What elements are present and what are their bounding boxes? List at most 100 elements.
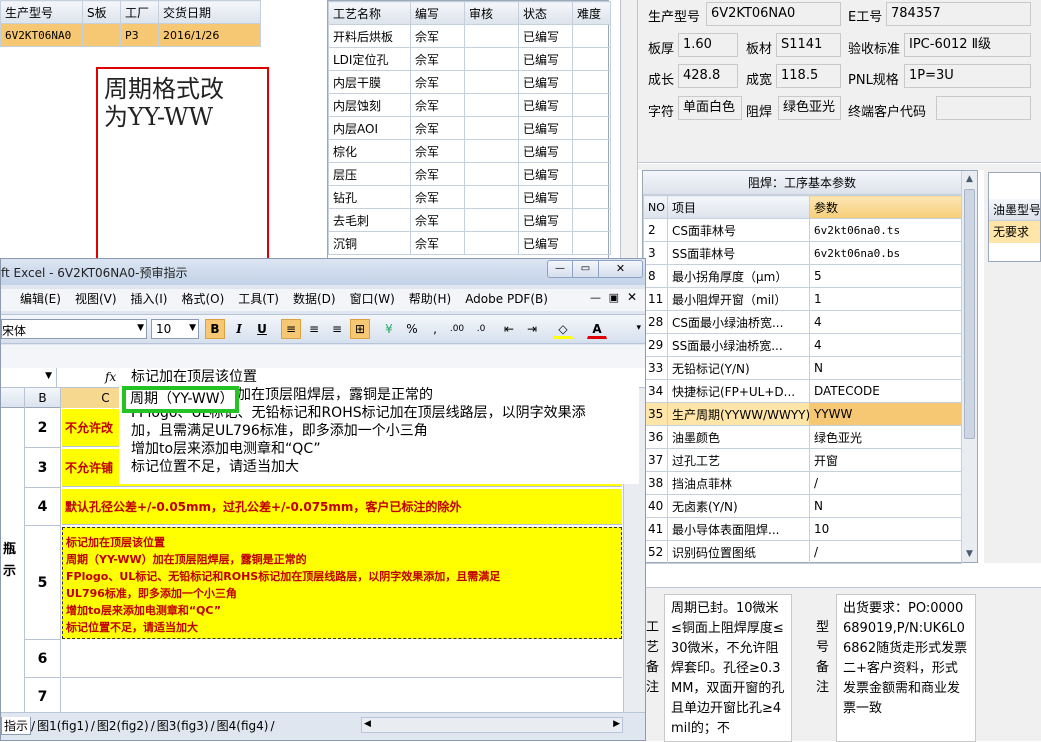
table-row[interactable]: 钻孔 佘军 已编写 [328, 185, 611, 209]
table-row[interactable]: 8 最小拐角厚度（μm） 5 [643, 264, 962, 288]
chevron-down-icon[interactable]: ▼ [45, 371, 52, 381]
increase-indent-icon[interactable]: ⇥ [522, 319, 542, 339]
table-row[interactable]: 41 最小导体表面阻焊... 10 [643, 517, 962, 541]
col-factory[interactable]: 工厂 [120, 0, 159, 24]
table-row[interactable]: 内层AOI 佘军 已编写 [328, 116, 611, 140]
ink-model-header[interactable]: 油墨型号 [989, 199, 1040, 221]
percent-icon[interactable]: % [402, 319, 422, 339]
cell-model[interactable]: 6V2KT06NA0 [0, 23, 83, 47]
bold-icon[interactable]: B [205, 319, 225, 339]
font-select[interactable]: 宋体 ▼ [1, 319, 147, 339]
table-row[interactable]: 棕化 佘军 已编写 [328, 139, 611, 163]
row-header-2[interactable]: 2 [25, 408, 61, 448]
eno-field[interactable]: 784357 [886, 2, 1031, 26]
cell-delivery-date[interactable]: 2016/1/26 [158, 23, 261, 47]
col-status[interactable]: 状态 [518, 1, 573, 25]
cell-s-board[interactable] [82, 23, 121, 47]
col-no[interactable]: NO [643, 195, 668, 219]
table-row[interactable]: 内层干膜 佘军 已编写 [328, 70, 611, 94]
menu-help[interactable]: 帮助(H) [402, 289, 458, 309]
length-field[interactable]: 428.8 [678, 64, 738, 88]
maximize-icon[interactable]: ▭ [573, 260, 599, 278]
col-difficulty[interactable]: 难度 [572, 1, 611, 25]
tab-fig3[interactable]: 图3(fig3) [155, 717, 211, 734]
scroll-right-icon[interactable]: ▶ [613, 719, 620, 729]
table-row[interactable]: 内层蚀刻 佘军 已编写 [328, 93, 611, 117]
col-delivery-date[interactable]: 交货日期 [158, 0, 261, 24]
table-row[interactable]: 37 过孔工艺 开窗 [643, 448, 962, 472]
tab-fig1[interactable]: 图1(fig1) [35, 717, 91, 734]
table-row[interactable]: 11 最小阻焊开窗（mil） 1 [643, 287, 962, 311]
col-author[interactable]: 编写 [410, 1, 465, 25]
table-row-selected[interactable]: 35 生产周期(YYWW/WWYY) YYWW [643, 402, 962, 426]
customer-code-field[interactable] [936, 96, 1031, 120]
currency-icon[interactable]: ¥ [379, 319, 399, 339]
fx-icon[interactable]: fx [105, 370, 116, 384]
scroll-down-icon[interactable]: ▼ [962, 546, 977, 562]
align-right-icon[interactable]: ≡ [327, 319, 347, 339]
size-select[interactable]: 10 ▼ [151, 319, 199, 339]
table-row[interactable]: 36 油墨颜色 绿色亚光 [643, 425, 962, 449]
tab-fig4[interactable]: 图4(fig4) [215, 717, 271, 734]
order-row[interactable]: 6V2KT06NA0 P3 2016/1/26 [0, 23, 261, 47]
menu-tools[interactable]: 工具(T) [231, 289, 286, 309]
close-icon[interactable]: ✕ [599, 260, 643, 278]
standard-field[interactable]: IPC-6012 Ⅱ级 [904, 33, 1031, 57]
underline-icon[interactable]: U [252, 319, 272, 339]
table-row[interactable]: 2 CS面菲林号 6v2kt06na0.ts [643, 218, 962, 242]
col-param[interactable]: 参数 [809, 195, 962, 219]
minimize-icon[interactable]: — [547, 260, 573, 278]
table-row[interactable]: 沉铜 佘军 已编写 [328, 231, 611, 255]
menu-format[interactable]: 格式(O) [174, 289, 231, 309]
row-header-4[interactable]: 4 [25, 488, 61, 526]
pnl-field[interactable]: 1P=3U [904, 64, 1031, 88]
toolbar-options-icon[interactable]: ▾ [636, 323, 641, 333]
ink-model-value[interactable]: 无要求 [989, 221, 1040, 243]
table-row[interactable]: 28 CS面最小绿油桥宽... 4 [643, 310, 962, 334]
scroll-thumb[interactable] [964, 189, 975, 439]
mask-field[interactable]: 绿色亚光 [778, 96, 841, 120]
table-row[interactable]: 去毛刺 佘军 已编写 [328, 208, 611, 232]
chevron-down-icon[interactable]: ▼ [137, 323, 144, 333]
tab-fig2[interactable]: 图2(fig2) [95, 717, 151, 734]
table-row[interactable]: 33 无铅标记(Y/N) N [643, 356, 962, 380]
scroll-left-icon[interactable]: ◀ [364, 719, 371, 729]
col-item[interactable]: 项目 [667, 195, 810, 219]
width-field[interactable]: 118.5 [776, 64, 841, 88]
name-box[interactable]: ▼ [1, 368, 57, 387]
model-note-box[interactable]: 出货要求：PO:0000689019,P/N:UK6L06862随货走形式发票二… [836, 594, 976, 742]
menu-data[interactable]: 数据(D) [286, 289, 343, 309]
doc-minimize-icon[interactable]: — [590, 291, 601, 304]
process-note-box[interactable]: 周期已封。10微米≤铜面上阻焊厚度≤30微米，不允许阻焊套印。孔径≥0.3MM，… [664, 594, 792, 742]
cell-c4[interactable]: 默认孔径公差+/-0.05mm，过孔公差+/-0.075mm，客户已标注的除外 [62, 489, 622, 525]
col-review[interactable]: 审核 [464, 1, 519, 25]
col-model[interactable]: 生产型号 [0, 0, 83, 24]
cell-factory[interactable]: P3 [120, 23, 159, 47]
horizontal-scrollbar[interactable]: ◀ ▶ [361, 717, 623, 733]
doc-restore-icon[interactable]: ▣ [609, 291, 619, 304]
font-color-icon[interactable]: A [587, 319, 607, 339]
increase-decimal-icon[interactable]: .00 [447, 319, 467, 339]
menu-view[interactable]: 视图(V) [68, 289, 124, 309]
cell-c6[interactable] [62, 640, 622, 678]
row-header-6[interactable]: 6 [25, 640, 61, 678]
decrease-indent-icon[interactable]: ⇤ [499, 319, 519, 339]
menu-adobe-pdf[interactable]: Adobe PDF(B) [458, 289, 555, 309]
params-scrollbar[interactable]: ▲ ▼ [961, 171, 977, 562]
comma-icon[interactable]: , [425, 319, 445, 339]
cell-c5[interactable]: 标记加在顶层该位置 周期（YY-WW）加在顶层阻焊层，露铜是正常的 FPlogo… [62, 527, 622, 639]
align-left-icon[interactable]: ≡ [281, 319, 301, 339]
row-header-5[interactable]: 5 [25, 526, 61, 640]
table-row[interactable]: 层压 佘军 已编写 [328, 162, 611, 186]
row-header-7[interactable]: 7 [25, 678, 61, 712]
table-row[interactable]: 34 快捷标记(FP+UL+D... DATECODE [643, 379, 962, 403]
table-row[interactable]: LDI定位孔 佘军 已编写 [328, 47, 611, 71]
fill-color-icon[interactable]: ◇ [553, 319, 573, 339]
char-field[interactable]: 单面白色 [678, 96, 742, 120]
col-header-b[interactable]: B [25, 388, 61, 408]
thickness-field[interactable]: 1.60 [678, 33, 738, 57]
merge-center-icon[interactable]: ⊞ [350, 319, 370, 339]
tab-instructions[interactable]: 指示 [1, 717, 32, 735]
menu-window[interactable]: 窗口(W) [343, 289, 402, 309]
chevron-down-icon[interactable]: ▼ [189, 323, 196, 333]
